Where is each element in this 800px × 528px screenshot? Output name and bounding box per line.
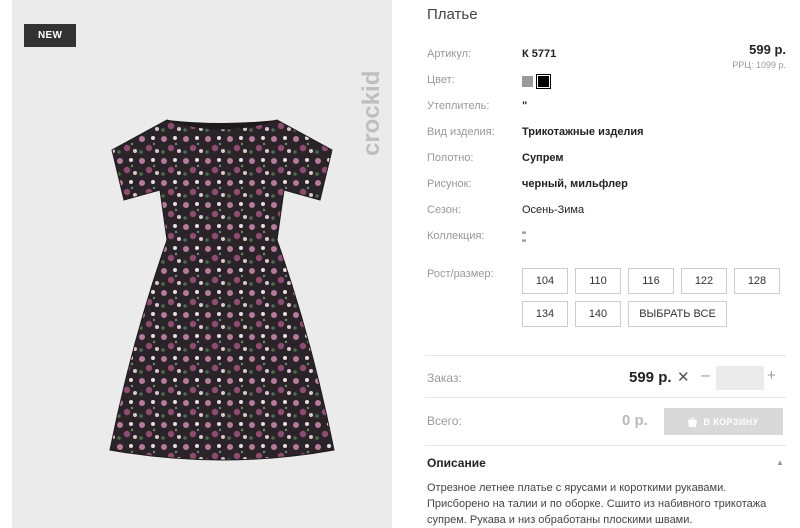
description-text: Отрезное летнее платье с ярусами и корот… (427, 482, 767, 526)
select-all-sizes-button[interactable]: ВЫБРАТЬ ВСЕ (628, 301, 727, 327)
attr-label: Утеплитель: (427, 100, 490, 112)
attr-label: Полотно: (427, 152, 474, 164)
color-swatch-gray[interactable] (522, 75, 533, 87)
quantity-increase-button[interactable]: + (767, 367, 776, 384)
price-block: 599 р. РРЦ: 1099 р. (732, 42, 786, 70)
attr-value: Трикотажные изделия (522, 126, 644, 138)
divider (425, 445, 786, 446)
dress-illustration (109, 119, 335, 461)
size-button-128[interactable]: 128 (734, 268, 780, 294)
size-button-122[interactable]: 122 (681, 268, 727, 294)
attr-label: Рисунок: (427, 178, 472, 190)
new-badge: NEW (24, 24, 77, 47)
remove-order-icon[interactable]: ✕ (677, 368, 690, 386)
attr-value: Осень-Зима (522, 204, 585, 216)
size-button-116[interactable]: 116 (628, 268, 674, 294)
description-title[interactable]: Описание (427, 456, 486, 470)
attr-label: Коллекция: (427, 230, 485, 242)
order-price: 599 р. (629, 369, 672, 386)
size-button-110[interactable]: 110 (575, 268, 621, 294)
divider (425, 397, 786, 398)
attr-label: Артикул: (427, 48, 472, 60)
attr-value: черный, мильфлер (522, 178, 628, 190)
order-label: Заказ: (427, 371, 462, 385)
product-details: Платье 599 р. РРЦ: 1099 р. Артикул: К 57… (425, 0, 800, 528)
quantity-input[interactable] (716, 366, 764, 390)
color-swatch-black[interactable] (536, 73, 551, 89)
color-swatches (522, 73, 552, 89)
total-value: 0 р. (622, 412, 648, 429)
attr-value-secondary: " (522, 238, 526, 250)
basket-icon (688, 417, 698, 427)
attr-value: " (522, 100, 528, 112)
add-to-cart-button[interactable]: В КОРЗИНУ (664, 408, 783, 435)
total-label: Всего: (427, 414, 462, 428)
product-price: 599 р. (749, 42, 786, 57)
quantity-decrease-button[interactable]: – (701, 367, 710, 385)
size-label: Рост/размер: (427, 268, 494, 280)
divider (425, 355, 786, 356)
attr-value: Супрем (522, 152, 564, 164)
attr-value: К 5771 (522, 48, 557, 60)
size-button-104[interactable]: 104 (522, 268, 568, 294)
add-to-cart-label: В КОРЗИНУ (703, 416, 759, 427)
collapse-triangle-icon[interactable]: ▲ (776, 458, 784, 467)
size-button-134[interactable]: 134 (522, 301, 568, 327)
attr-label: Сезон: (427, 204, 461, 216)
attr-label: Вид изделия: (427, 126, 495, 138)
product-image[interactable]: NEW crockid (12, 0, 392, 528)
product-title: Платье (427, 6, 478, 23)
attr-label: Цвет: (427, 74, 455, 86)
size-button-140[interactable]: 140 (575, 301, 621, 327)
rrc-price: РРЦ: 1099 р. (732, 60, 786, 70)
